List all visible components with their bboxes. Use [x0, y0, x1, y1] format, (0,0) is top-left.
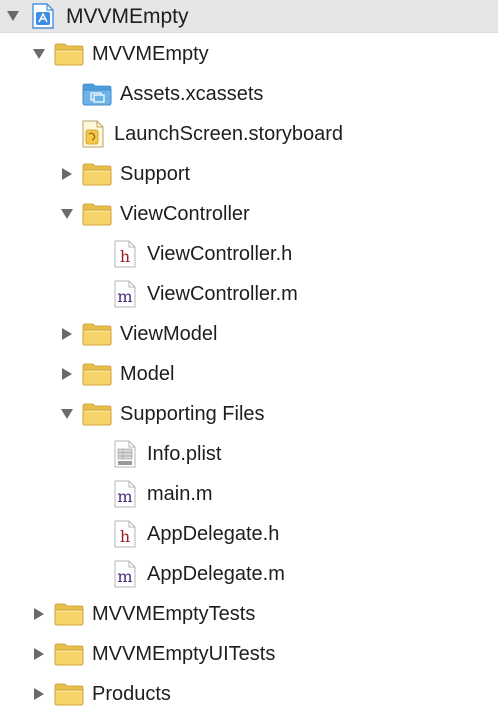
storyboard-icon: [82, 120, 104, 148]
tree-item-label: main.m: [147, 483, 213, 505]
tree-item-model[interactable]: Model: [0, 354, 498, 394]
tree-item-label: LaunchScreen.storyboard: [114, 123, 344, 145]
header-file-icon: h: [114, 240, 136, 268]
tree-item-label: ViewController: [120, 203, 250, 225]
tree-item-appdelegate-m[interactable]: m AppDelegate.m: [0, 554, 498, 594]
tree-item-label: Model: [120, 363, 175, 385]
disclosure-collapsed-icon[interactable]: [60, 367, 74, 381]
tree-item-info-plist[interactable]: Info.plist: [0, 434, 498, 474]
folder-icon: [82, 362, 112, 386]
tree-item-supporting-files[interactable]: Supporting Files: [0, 394, 498, 434]
svg-text:m: m: [117, 567, 132, 586]
tree-item-label: AppDelegate.h: [147, 523, 280, 545]
tree-item-label: Info.plist: [147, 443, 222, 465]
disclosure-expanded-icon[interactable]: [32, 47, 46, 61]
xcode-project-icon: [32, 3, 54, 29]
objc-source-file-icon: m: [114, 480, 136, 508]
tree-item-viewcontroller[interactable]: ViewController: [0, 194, 498, 234]
folder-icon: [54, 642, 84, 666]
disclosure-expanded-icon[interactable]: [60, 407, 74, 421]
svg-text:h: h: [120, 527, 130, 546]
tree-item-label: MVVMEmpty: [92, 43, 209, 65]
tree-item-main-m[interactable]: m main.m: [0, 474, 498, 514]
disclosure-collapsed-icon[interactable]: [60, 167, 74, 181]
tree-item-launchscreen-storyboard[interactable]: LaunchScreen.storyboard: [0, 114, 498, 154]
objc-source-file-icon: m: [114, 560, 136, 588]
tree-item-viewcontroller-h[interactable]: h ViewController.h: [0, 234, 498, 274]
tree-item-support[interactable]: Support: [0, 154, 498, 194]
tree-item-assets-xcassets[interactable]: Assets.xcassets: [0, 74, 498, 114]
tree-item-label: Assets.xcassets: [120, 83, 264, 105]
tree-item-label: MVVMEmptyUITests: [92, 643, 276, 665]
header-file-icon: h: [114, 520, 136, 548]
tree-item-label: AppDelegate.m: [147, 563, 285, 585]
folder-icon: [54, 42, 84, 66]
project-navigator: MVVMEmpty MVVMEmpty Assets.xcassets Laun…: [0, 0, 498, 714]
tree-item-label: MVVMEmptyTests: [92, 603, 256, 625]
folder-icon: [54, 682, 84, 706]
folder-icon: [54, 602, 84, 626]
folder-icon: [82, 322, 112, 346]
tree-item-viewmodel[interactable]: ViewModel: [0, 314, 498, 354]
tree-item-label: ViewController.h: [147, 243, 293, 265]
tree-item-appdelegate-h[interactable]: h AppDelegate.h: [0, 514, 498, 554]
svg-text:h: h: [120, 247, 130, 266]
disclosure-collapsed-icon[interactable]: [32, 607, 46, 621]
asset-catalog-icon: [82, 82, 112, 106]
tree-item-mvvmempty[interactable]: MVVMEmpty: [0, 34, 498, 74]
tree-item-viewcontroller-m[interactable]: m ViewController.m: [0, 274, 498, 314]
disclosure-collapsed-icon[interactable]: [32, 687, 46, 701]
tree-item-products[interactable]: Products: [0, 674, 498, 714]
disclosure-collapsed-icon[interactable]: [32, 647, 46, 661]
svg-text:m: m: [117, 487, 132, 506]
tree-item-label: ViewModel: [120, 323, 218, 345]
project-row[interactable]: MVVMEmpty: [0, 0, 498, 33]
tree-item-label: ViewController.m: [147, 283, 298, 305]
tree-item-label: Supporting Files: [120, 403, 265, 425]
tree-item-mvvmemptytests[interactable]: MVVMEmptyTests: [0, 594, 498, 634]
tree-item-label: Products: [92, 683, 171, 705]
disclosure-expanded-icon[interactable]: [60, 207, 74, 221]
project-name: MVVMEmpty: [66, 4, 189, 28]
tree-item-mvvmemptyuitests[interactable]: MVVMEmptyUITests: [0, 634, 498, 674]
folder-icon: [82, 202, 112, 226]
folder-icon: [82, 162, 112, 186]
svg-text:m: m: [117, 287, 132, 306]
disclosure-expanded-icon[interactable]: [6, 9, 20, 23]
folder-icon: [82, 402, 112, 426]
plist-file-icon: [114, 440, 136, 468]
tree-item-label: Support: [120, 163, 191, 185]
objc-source-file-icon: m: [114, 280, 136, 308]
disclosure-collapsed-icon[interactable]: [60, 327, 74, 341]
